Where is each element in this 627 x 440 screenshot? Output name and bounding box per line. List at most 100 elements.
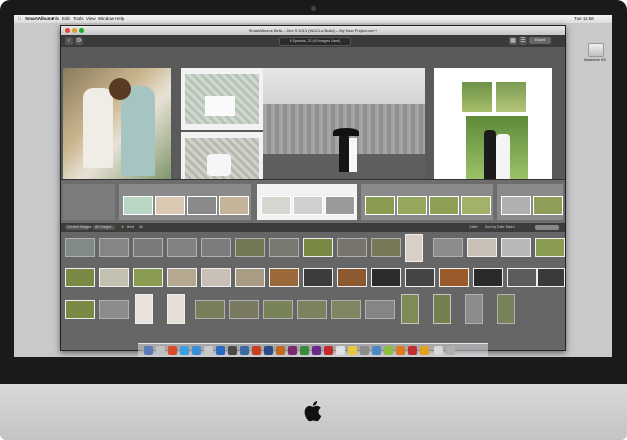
spread-thumb-cover[interactable] (63, 184, 115, 220)
grid-image[interactable] (263, 300, 293, 319)
grid-image[interactable] (405, 234, 423, 262)
right-page[interactable] (434, 68, 552, 194)
all-filter-label[interactable]: All (139, 223, 143, 232)
itunes-icon[interactable] (372, 346, 381, 355)
grid-image[interactable] (201, 268, 231, 287)
system-preferences-icon[interactable] (204, 346, 213, 355)
spread-thumb-2-selected[interactable] (257, 184, 357, 220)
downloads-icon[interactable] (434, 346, 443, 355)
spread-barn-photo[interactable] (263, 68, 425, 194)
safari-icon[interactable] (180, 346, 189, 355)
grid-view-icon[interactable]: ▦ (509, 37, 517, 45)
spread-thumb-4[interactable] (497, 184, 563, 220)
grid-image[interactable] (167, 294, 185, 324)
illustrator-icon[interactable] (276, 346, 285, 355)
grid-image[interactable] (99, 300, 129, 319)
apple-icon[interactable]:  (18, 15, 21, 23)
menu-app-name[interactable]: SmartAlbums (25, 15, 54, 23)
grid-image[interactable] (269, 238, 299, 257)
grid-image[interactable] (433, 238, 463, 257)
back-icon[interactable]: ‹ (65, 37, 73, 45)
list-view-icon[interactable]: ☰ (519, 37, 527, 45)
right-page-photo-2[interactable] (496, 82, 526, 112)
export-button[interactable]: Export (529, 37, 551, 44)
right-page-photo-1[interactable] (462, 82, 492, 112)
dashboard-icon[interactable] (156, 346, 165, 355)
grid-image[interactable] (167, 268, 197, 287)
menu-view[interactable]: View (86, 15, 96, 23)
hard-drive-icon[interactable] (588, 43, 604, 57)
grid-image[interactable] (235, 238, 265, 257)
smartalbums-icon[interactable] (384, 346, 393, 355)
skype-icon[interactable] (192, 346, 201, 355)
best-filter-label[interactable]: Best (127, 223, 134, 232)
grid-image[interactable] (65, 268, 95, 287)
grid-image[interactable] (507, 268, 537, 287)
grid-image[interactable] (135, 294, 153, 324)
grid-image[interactable] (167, 238, 197, 257)
preview-icon[interactable] (360, 346, 369, 355)
spread-thumb-3[interactable] (361, 184, 493, 220)
sort-select[interactable]: Sort by Date Taken (485, 223, 515, 232)
grid-image[interactable] (297, 300, 327, 319)
grid-image[interactable] (371, 238, 401, 257)
grid-image[interactable] (331, 300, 361, 319)
menu-window[interactable]: Window (98, 15, 114, 23)
finder-icon[interactable] (144, 346, 153, 355)
menu-help[interactable]: Help (115, 15, 124, 23)
grid-image[interactable] (473, 268, 503, 287)
star-icon[interactable]: ★ (121, 223, 124, 232)
grid-image[interactable] (99, 268, 129, 287)
spread-select[interactable]: 6 Spreads, 22 (90 Images Used) (279, 37, 351, 46)
app-store-icon[interactable] (216, 346, 225, 355)
grid-image[interactable] (229, 300, 259, 319)
grid-image[interactable] (303, 238, 333, 257)
indesign-icon[interactable] (288, 346, 297, 355)
zoom-icon[interactable] (79, 28, 84, 33)
textedit-icon[interactable] (336, 346, 345, 355)
menu-tools[interactable]: Tools (73, 15, 84, 23)
grid-image[interactable] (337, 238, 367, 257)
grid-image[interactable] (195, 300, 225, 319)
grid-image[interactable] (405, 268, 435, 287)
menu-edit[interactable]: Edit (62, 15, 70, 23)
gear-icon[interactable]: ⚙ (75, 37, 83, 45)
terminal-icon[interactable] (228, 346, 237, 355)
spread-bedroom-photo-top[interactable] (181, 68, 263, 130)
grid-image[interactable] (371, 268, 401, 287)
spread-thumb-1[interactable] (119, 184, 251, 220)
app-icon[interactable] (396, 346, 405, 355)
grid-image[interactable] (235, 268, 265, 287)
app-icon[interactable] (408, 346, 417, 355)
menu-clock[interactable]: Tue 11:56 (574, 15, 594, 23)
grid-image[interactable] (467, 238, 497, 257)
firefox-icon[interactable] (168, 346, 177, 355)
grid-image[interactable] (303, 268, 333, 287)
menu-file[interactable]: File (52, 15, 59, 23)
grid-image[interactable] (537, 268, 565, 287)
filezilla-icon[interactable] (252, 346, 261, 355)
acrobat-icon[interactable] (324, 346, 333, 355)
grid-image[interactable] (269, 268, 299, 287)
grid-image[interactable] (133, 238, 163, 257)
after-effects-icon[interactable] (312, 346, 321, 355)
grid-image[interactable] (365, 300, 395, 319)
grid-image[interactable] (133, 268, 163, 287)
grid-image[interactable] (65, 238, 95, 257)
right-page-photo-3[interactable] (466, 116, 528, 182)
grid-image[interactable] (337, 268, 367, 287)
minimize-icon[interactable] (72, 28, 77, 33)
photoshop-icon[interactable] (264, 346, 273, 355)
grid-image[interactable] (99, 238, 129, 257)
close-icon[interactable] (65, 28, 70, 33)
grid-image[interactable] (201, 238, 231, 257)
grid-image[interactable] (465, 294, 483, 324)
grid-image[interactable] (497, 294, 515, 324)
notes-icon[interactable] (348, 346, 357, 355)
slider-icon[interactable] (535, 225, 559, 230)
grid-image[interactable] (439, 268, 469, 287)
grid-image[interactable] (401, 294, 419, 324)
grid-image[interactable] (501, 238, 531, 257)
grid-image[interactable] (65, 300, 95, 319)
grid-image[interactable] (535, 238, 565, 257)
